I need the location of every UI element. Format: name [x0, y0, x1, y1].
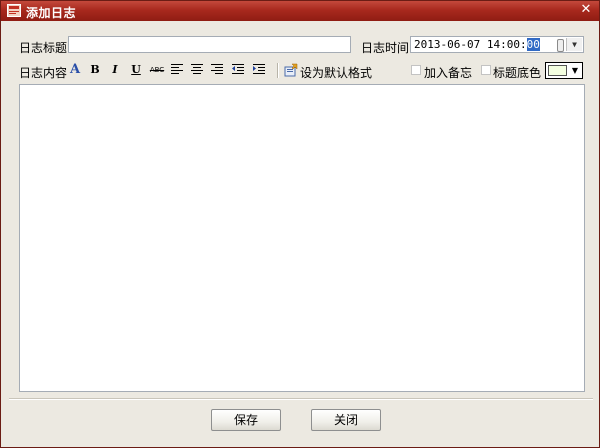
align-left-button[interactable]	[169, 62, 185, 78]
format-settings-icon[interactable]	[284, 63, 298, 77]
align-left-icon	[171, 64, 183, 74]
save-button[interactable]: 保存	[211, 409, 281, 431]
title-bg-color-picker[interactable]: ▼	[545, 62, 583, 79]
decrease-indent-button[interactable]	[230, 62, 246, 78]
log-content-label: 日志内容	[19, 66, 68, 80]
title-bar[interactable]: 添加日志 ✕	[1, 1, 599, 21]
log-time-seconds-selected: 00	[526, 38, 540, 51]
italic-button[interactable]: I	[107, 62, 123, 78]
add-log-dialog: 添加日志 ✕ 日志标题 日志时间 2013-06-07 14:00:00 ▼ 日…	[0, 0, 600, 448]
window-title: 添加日志	[26, 6, 77, 20]
font-color-button[interactable]: A	[67, 62, 83, 78]
chevron-down-icon[interactable]: ▼	[569, 64, 581, 77]
time-spinner[interactable]	[557, 39, 564, 52]
log-time-picker[interactable]: 2013-06-07 14:00:00 ▼	[410, 36, 584, 53]
increase-indent-button[interactable]	[251, 62, 267, 78]
title-bg-label[interactable]: 标题底色	[493, 64, 541, 81]
close-icon[interactable]: ✕	[579, 3, 593, 17]
align-center-icon	[191, 64, 203, 74]
title-bg-checkbox[interactable]	[481, 65, 491, 75]
color-swatch	[548, 65, 567, 76]
log-title-label: 日志标题	[19, 41, 68, 55]
footer-divider	[9, 398, 593, 400]
close-button[interactable]: 关闭	[311, 409, 381, 431]
log-time-value: 2013-06-07 14:00:	[414, 38, 527, 51]
add-memo-label[interactable]: 加入备忘	[424, 64, 472, 81]
indent-icon	[253, 64, 265, 74]
outdent-icon	[232, 64, 244, 74]
add-memo-checkbox[interactable]	[411, 65, 421, 75]
underline-button[interactable]: U	[128, 62, 144, 78]
toolbar-separator	[277, 63, 279, 78]
strikethrough-button[interactable]: ABC	[148, 62, 166, 78]
align-right-icon	[211, 64, 223, 74]
chevron-down-icon[interactable]: ▼	[566, 38, 582, 51]
set-default-format-button[interactable]: 设为默认格式	[300, 64, 372, 81]
log-time-label: 日志时间	[361, 41, 410, 55]
log-content-editor[interactable]	[19, 84, 585, 392]
bold-button[interactable]: B	[87, 62, 103, 78]
align-right-button[interactable]	[209, 62, 225, 78]
app-icon	[7, 4, 21, 17]
align-center-button[interactable]	[189, 62, 205, 78]
log-title-input[interactable]	[68, 36, 351, 53]
